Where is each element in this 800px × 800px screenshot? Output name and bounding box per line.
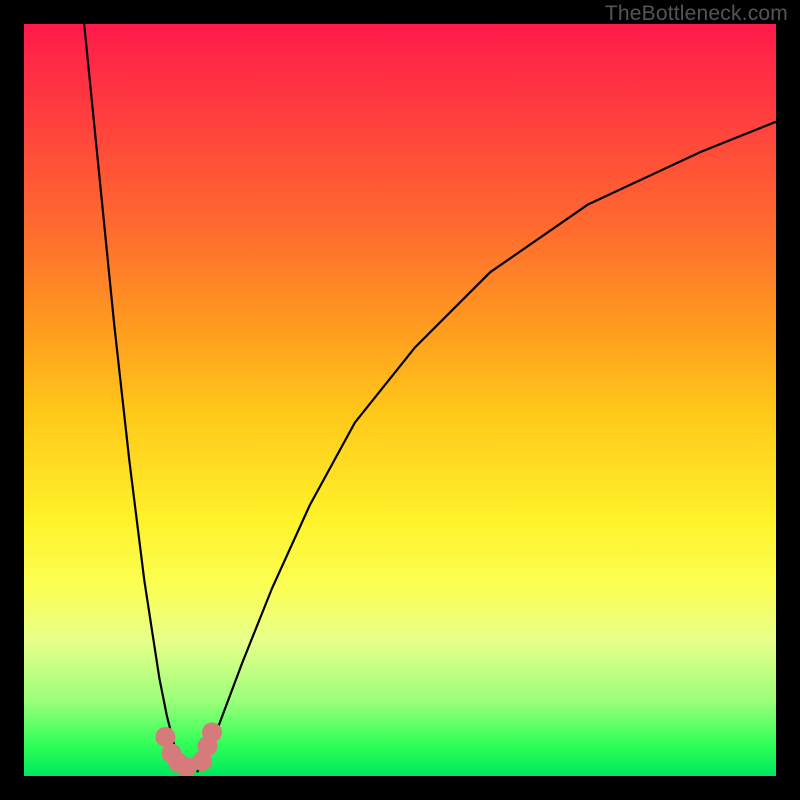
right-branch-curve (197, 122, 776, 772)
marker-group (155, 722, 222, 776)
plot-area (24, 24, 776, 776)
chart-frame: TheBottleneck.com (0, 0, 800, 800)
left-branch-curve (84, 24, 189, 772)
marker-dot (202, 722, 222, 742)
watermark-text: TheBottleneck.com (605, 2, 788, 26)
curve-layer (24, 24, 776, 776)
